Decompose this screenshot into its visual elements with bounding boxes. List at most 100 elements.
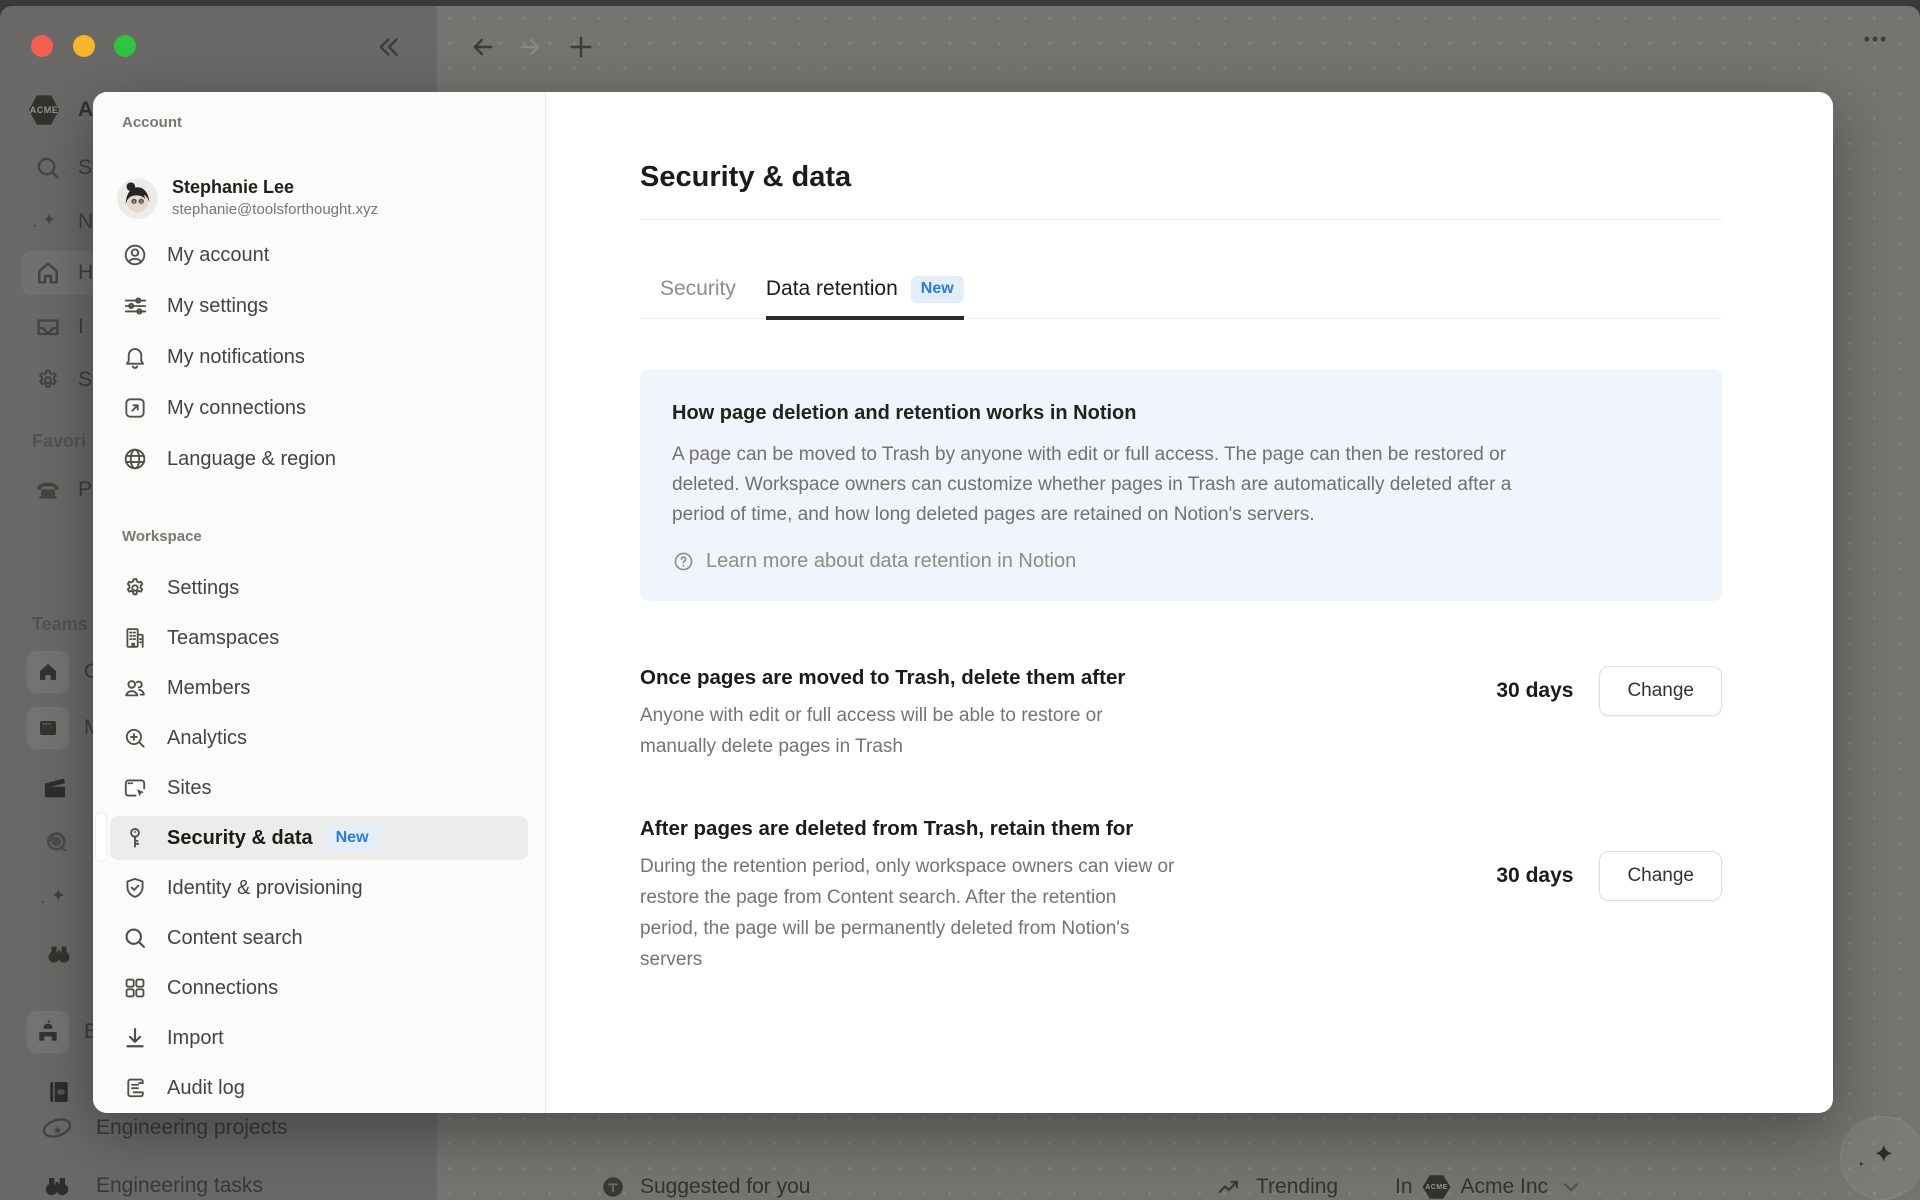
acme-workspace-logo: ACME (1423, 1175, 1451, 1200)
nav-item-label: Members (167, 677, 250, 700)
nav-item-label: Content search (167, 927, 303, 950)
tab-label: Data retention (766, 277, 898, 301)
nav-item-my-notifications[interactable]: My notifications (110, 335, 528, 379)
close-window-button[interactable] (31, 35, 53, 57)
trending-tab: Trending (1216, 1174, 1338, 1200)
suggested-label: Suggested for you (640, 1175, 810, 1199)
account-section-label: Account (122, 114, 182, 131)
magnifier-icon (122, 925, 148, 951)
nav-item-settings[interactable]: Settings (110, 566, 528, 610)
nav-item-identity-provisioning[interactable]: Identity & provisioning (110, 866, 528, 910)
nav-item-label: Analytics (167, 727, 247, 750)
workspace-filter: In ACME Acme Inc (1395, 1174, 1584, 1200)
retention-value: 30 days (1496, 864, 1573, 888)
help-circle-icon (672, 550, 695, 573)
sparkles-icon (1860, 1136, 1904, 1180)
nav-item-language-region[interactable]: Language & region (110, 437, 528, 481)
bell-icon (122, 344, 148, 370)
nav-item-label: Security & data (167, 827, 313, 850)
learn-more-link[interactable]: Learn more about data retention in Notio… (672, 550, 1690, 573)
gear-icon (122, 575, 148, 601)
people-icon (122, 675, 148, 701)
sidebar-label-fragment: S (78, 156, 92, 180)
settings-content: Security & data Security Data retention N… (546, 92, 1833, 1113)
nav-item-sites[interactable]: Sites (110, 766, 528, 810)
nav-item-members[interactable]: Members (110, 666, 528, 710)
nav-item-label: Sites (167, 777, 211, 800)
user-name: Stephanie Lee (172, 176, 378, 199)
change-button[interactable]: Change (1599, 666, 1722, 716)
nav-scrollbar-thumb[interactable] (96, 813, 106, 861)
magnifier-plus-icon (122, 725, 148, 751)
ellipsis-icon (1861, 25, 1889, 53)
shield-check-icon (122, 875, 148, 901)
nav-item-teamspaces[interactable]: Teamspaces (110, 616, 528, 660)
nav-item-audit-log[interactable]: Audit log (110, 1066, 528, 1110)
retention-value: 30 days (1496, 679, 1573, 703)
setting-controls: 30 days Change (1496, 666, 1722, 716)
back-button[interactable] (466, 30, 500, 64)
nav-item-import[interactable]: Import (110, 1016, 528, 1060)
sidebar-collapse-button[interactable] (372, 30, 406, 64)
nav-item-label: Teamspaces (167, 627, 279, 650)
sidebar-label-fragment: I (78, 315, 84, 339)
house-icon (27, 651, 69, 693)
nav-item-my-settings[interactable]: My settings (110, 284, 528, 328)
trending-label: Trending (1256, 1175, 1338, 1199)
sidebar-label-fragment: H (78, 261, 93, 285)
nav-item-security-data[interactable]: Security & dataNew (110, 816, 528, 860)
home-icon (33, 258, 63, 288)
title-divider (640, 219, 1722, 220)
school-icon (27, 1011, 69, 1053)
workspace-name: Acme Inc (1461, 1175, 1549, 1199)
nav-item-label: Connections (167, 977, 278, 1000)
nav-item-label: My notifications (167, 346, 305, 369)
user-email: stephanie@toolsforthought.xyz (172, 201, 378, 220)
zoom-window-button[interactable] (114, 35, 136, 57)
workspace-nav-group: Settings Teamspaces Members Analytics Si… (110, 566, 528, 1113)
tab-data-retention[interactable]: Data retention New (766, 276, 964, 318)
new-badge: New (911, 276, 964, 303)
new-page-button[interactable] (564, 30, 598, 64)
current-user: Stephanie Lee stephanie@toolsforthought.… (110, 168, 528, 228)
projector-window-icon (27, 707, 69, 749)
arrow-right-icon (516, 33, 544, 61)
arrow-left-icon (469, 33, 497, 61)
clapperboard-icon (40, 773, 70, 803)
notion-ai-fab (1840, 1116, 1920, 1200)
comet-icon (40, 1111, 74, 1145)
chevrons-left-icon (375, 33, 403, 61)
sliders-icon (122, 293, 148, 319)
sidebar-label-fragment: P (78, 478, 92, 502)
acme-workspace-logo: ACME (29, 95, 59, 125)
page-title: Security & data (640, 158, 1722, 196)
minimize-window-button[interactable] (73, 35, 95, 57)
settings-sidebar: Account Stephanie Lee stephanie@ (93, 92, 546, 1113)
setting-description: During the retention period, only worksp… (640, 851, 1320, 975)
grid-icon (122, 975, 148, 1001)
plus-icon (567, 33, 595, 61)
avatar (117, 178, 158, 219)
sidebar-teams-label: Teams (32, 614, 88, 635)
sidebar-page-engineering-tasks[interactable]: Engineering tasks (0, 1164, 500, 1200)
change-button[interactable]: Change (1599, 851, 1722, 901)
suggested-icon (600, 1174, 626, 1200)
download-icon (122, 1025, 148, 1051)
chevron-down-icon (1558, 1174, 1584, 1200)
retention-info-box: How page deletion and retention works in… (640, 369, 1722, 601)
nav-item-connections[interactable]: Connections (110, 966, 528, 1010)
account-nav-group: My account My settings My notifications … (110, 233, 528, 488)
forward-button[interactable] (513, 30, 547, 64)
nav-item-my-connections[interactable]: My connections (110, 386, 528, 430)
setting-controls: 30 days Change (1496, 851, 1722, 901)
sparkles-icon (42, 883, 72, 913)
nav-item-analytics[interactable]: Analytics (110, 716, 528, 760)
settings-dialog: Account Stephanie Lee stephanie@ (93, 92, 1833, 1113)
nav-item-content-search[interactable]: Content search (110, 916, 528, 960)
key-icon (122, 825, 148, 851)
nav-item-my-account[interactable]: My account (110, 233, 528, 277)
setting-text: Once pages are moved to Trash, delete th… (640, 663, 1320, 762)
nav-item-label: Audit log (167, 1077, 245, 1100)
more-options-button[interactable] (1858, 22, 1892, 56)
tab-security[interactable]: Security (660, 276, 736, 318)
